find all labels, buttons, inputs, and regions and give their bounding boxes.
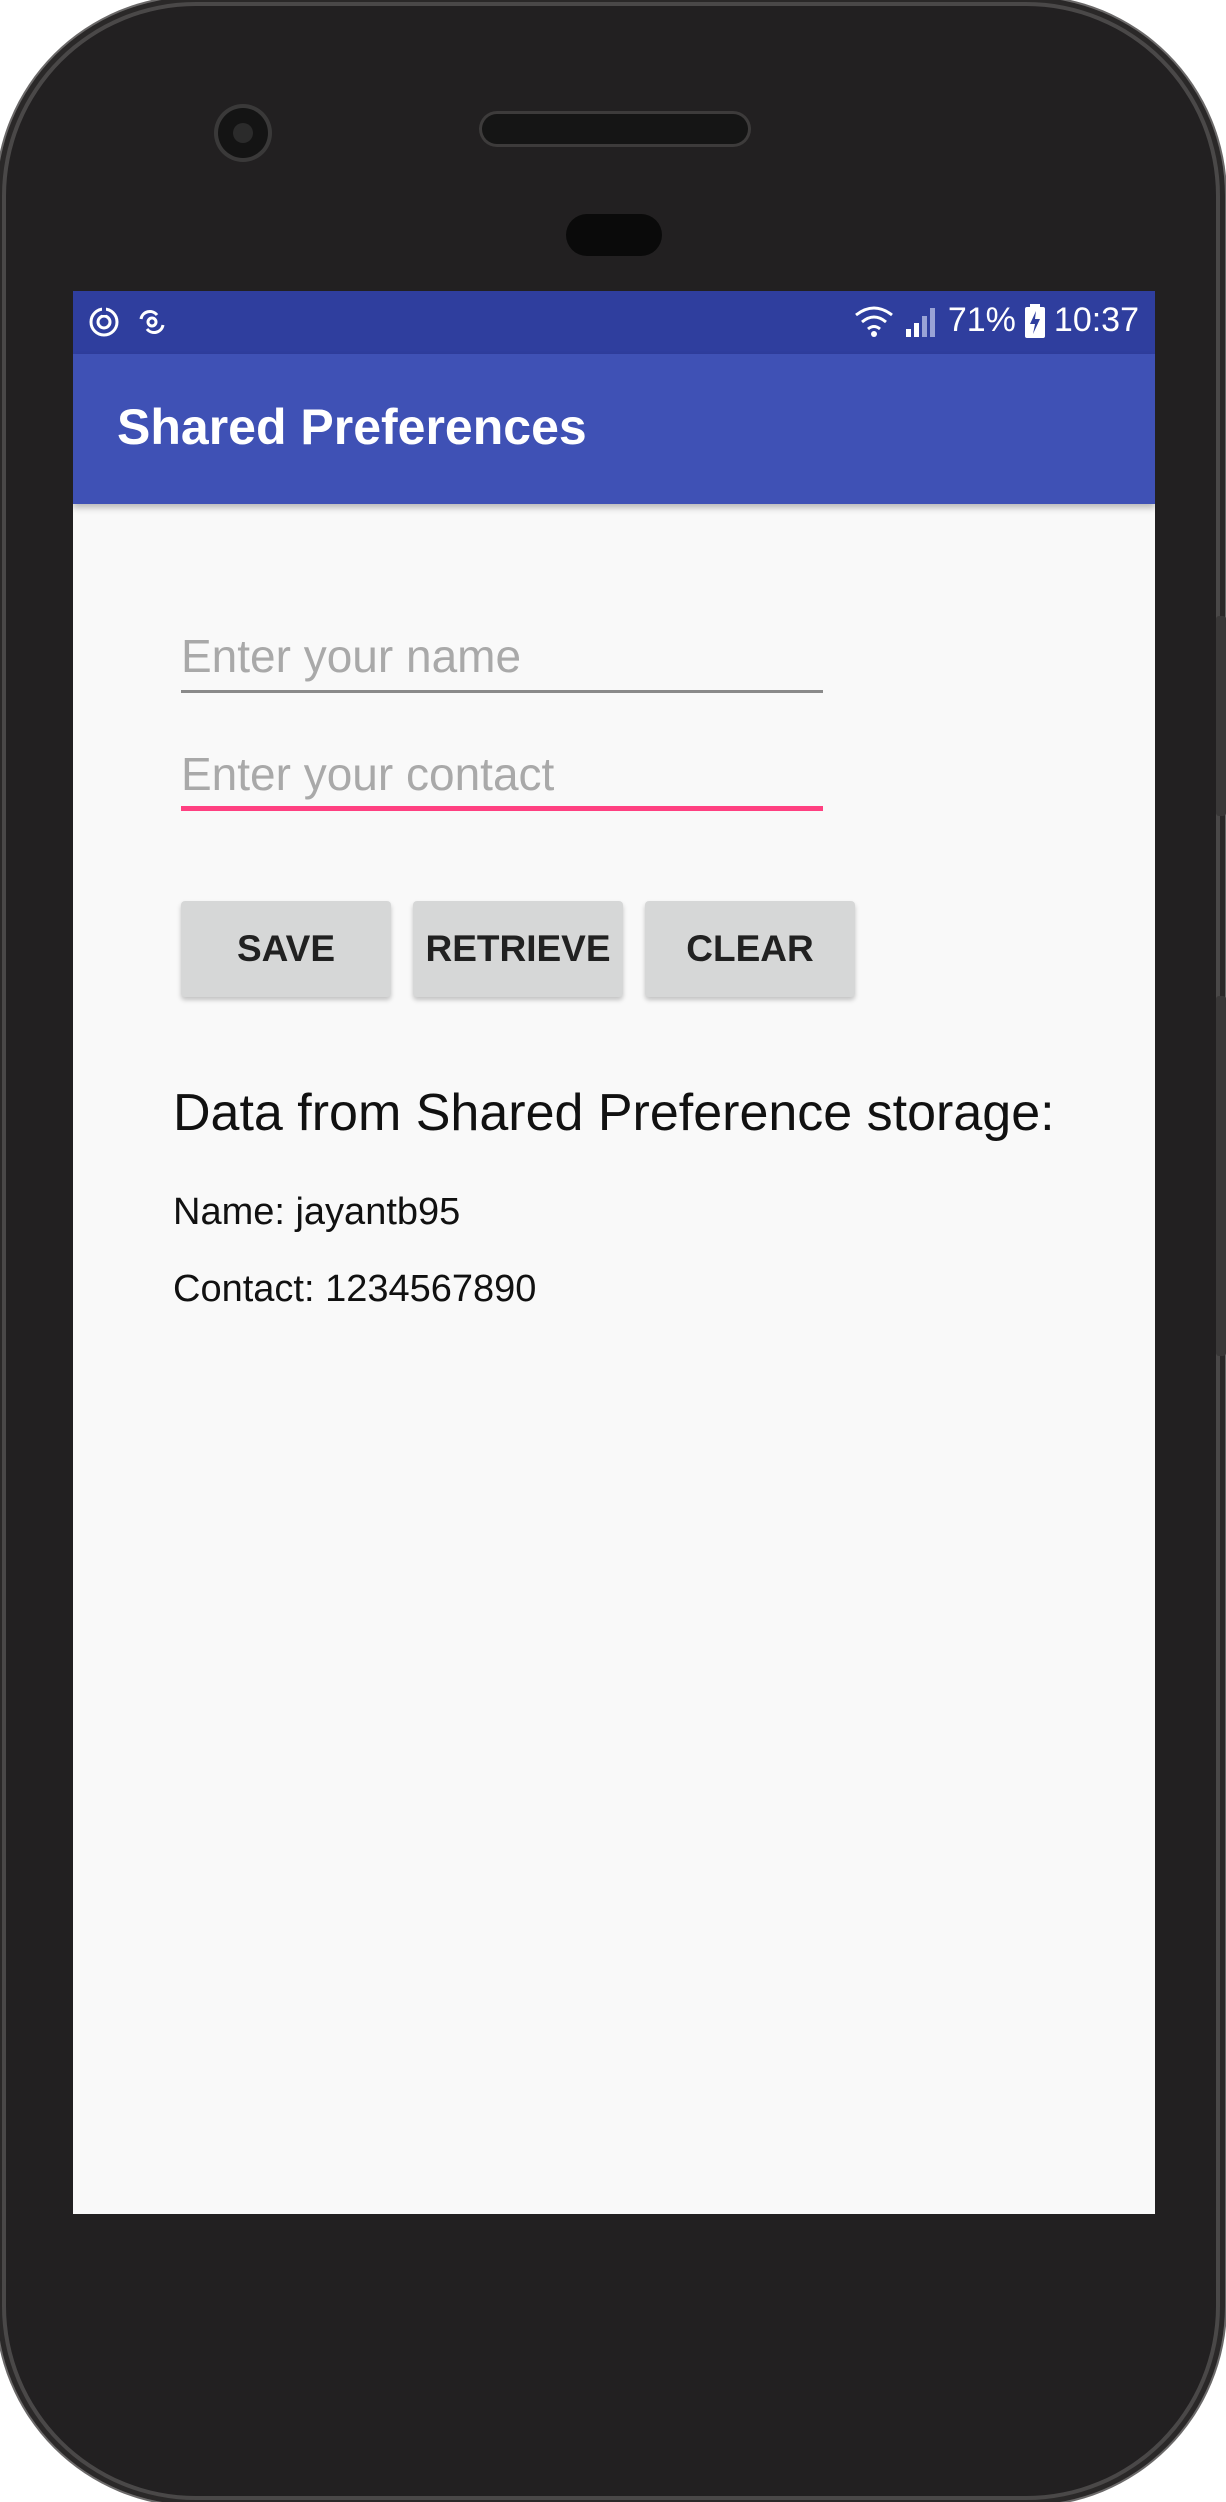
volume-button (1216, 996, 1226, 1356)
battery-percent: 71% (947, 301, 1016, 339)
clear-button[interactable]: CLEAR (645, 901, 855, 997)
retrieve-button[interactable]: RETRIEVE (413, 901, 623, 997)
stored-contact: Contact: 1234567890 (173, 1268, 537, 1310)
name-input[interactable] (181, 623, 823, 689)
proximity-sensor (566, 214, 662, 256)
screen: 71% 10:37 Shared Preferences SAVE RETRIE… (73, 291, 1155, 2214)
contact-field[interactable] (181, 741, 823, 811)
status-left-icons (87, 305, 169, 339)
name-field[interactable] (181, 623, 823, 693)
save-button[interactable]: SAVE (181, 901, 391, 997)
app-bar: Shared Preferences (73, 354, 1155, 504)
status-bar: 71% 10:37 (73, 291, 1155, 354)
stored-name: Name: jayantb95 (173, 1191, 461, 1233)
wifi-icon (854, 306, 893, 337)
data-saver-icon (89, 307, 119, 337)
contact-input[interactable] (181, 741, 823, 807)
phone-frame: 71% 10:37 Shared Preferences SAVE RETRIE… (6, 6, 1226, 2496)
contact-underline (181, 806, 823, 811)
name-underline (181, 690, 823, 693)
battery-charging-icon (1024, 303, 1045, 338)
front-camera (218, 108, 268, 158)
earpiece-speaker (482, 114, 748, 144)
power-button (1216, 616, 1226, 816)
status-right-icons: 71% 10:37 (852, 301, 1139, 340)
app-title: Shared Preferences (117, 399, 587, 455)
clock: 10:37 (1053, 301, 1139, 339)
sync-icon (139, 310, 165, 334)
cell-signal-icon (905, 307, 935, 337)
storage-heading: Data from Shared Preference storage: (173, 1084, 1055, 1142)
